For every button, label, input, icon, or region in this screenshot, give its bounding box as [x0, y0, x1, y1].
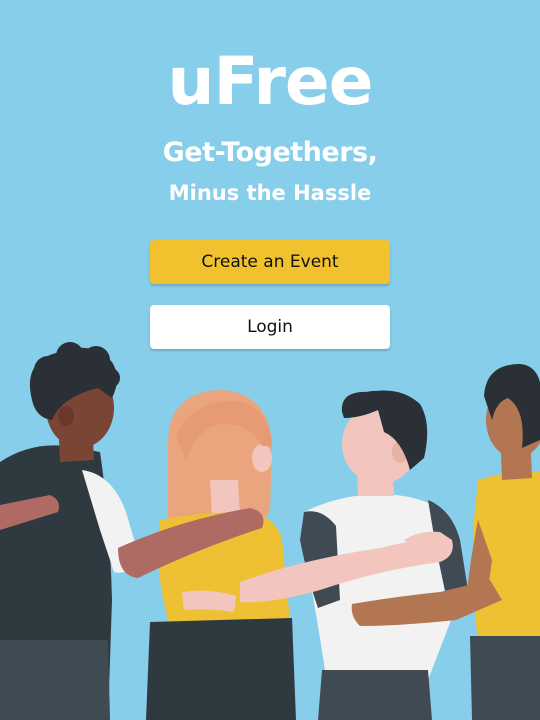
- tagline-line-2: Minus the Hassle: [168, 181, 372, 205]
- app-logo: uFree: [167, 43, 374, 120]
- person-2: [118, 390, 296, 720]
- create-event-button[interactable]: Create an Event: [150, 240, 390, 284]
- friends-illustration: [0, 342, 540, 720]
- welcome-screen: uFree Get-Togethers, Minus the Hassle Cr…: [0, 0, 540, 720]
- tagline-line-1: Get-Togethers,: [162, 137, 378, 168]
- person-1: [0, 342, 140, 720]
